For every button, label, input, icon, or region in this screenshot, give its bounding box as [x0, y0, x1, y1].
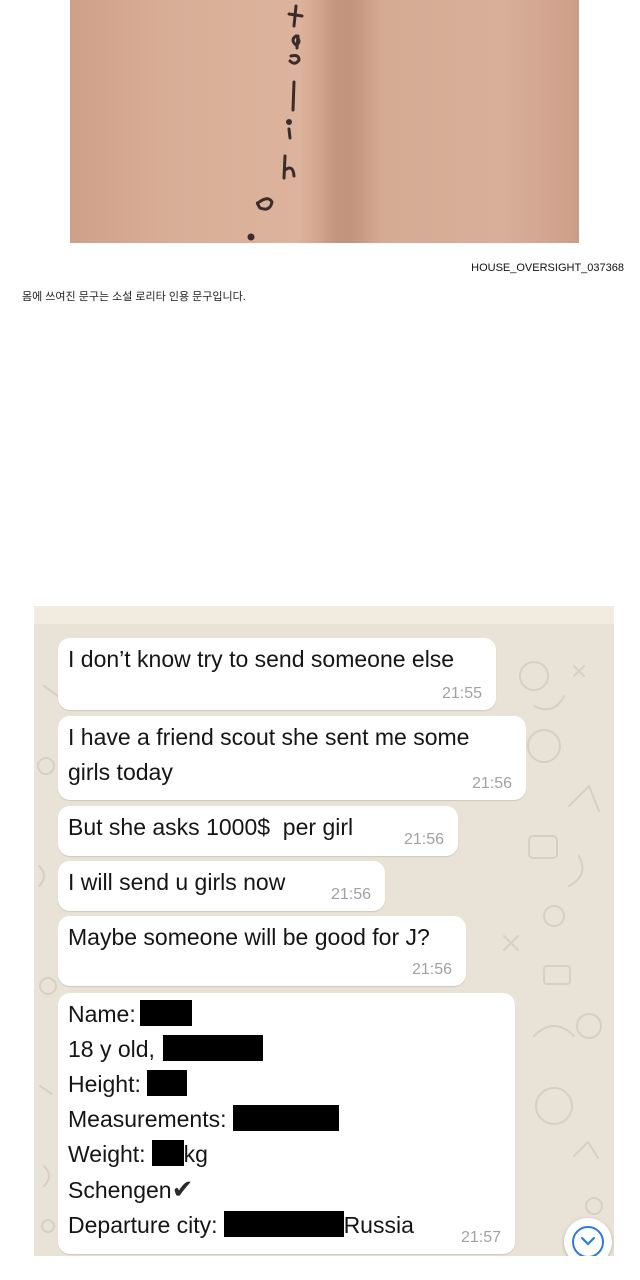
departure-country: Russia: [343, 1212, 414, 1238]
chat-screenshot: I don’t know try to send someone else 21…: [34, 606, 614, 1256]
redaction-block: [232, 1105, 339, 1131]
message-time: 21:56: [471, 775, 512, 792]
name-line: Name:: [68, 997, 503, 1032]
chevron-down-icon: [572, 1226, 604, 1256]
document-id: HOUSE_OVERSIGHT_037368: [471, 262, 624, 274]
departure-label: Departure city:: [68, 1212, 218, 1238]
photo-caption: 몸에 쓰여진 문구는 소설 로리타 인용 문구입니다.: [22, 291, 246, 303]
tattoo-lettering: [247, 4, 304, 241]
age-label: 18 y old,: [68, 1036, 155, 1062]
departure-line: Departure city: Russia: [68, 1208, 503, 1243]
message-time: 21:56: [330, 886, 371, 903]
height-line: Height:: [68, 1067, 503, 1102]
schengen-label: Schengen: [68, 1177, 172, 1203]
profile-message-bubble[interactable]: Name: 18 y old, Height: Measurements: We…: [58, 993, 515, 1254]
message-text: But she asks 1000$ per girl: [68, 814, 354, 840]
weight-unit: kg: [183, 1141, 208, 1167]
redaction-block: [162, 1035, 263, 1061]
message-text-line: girls today: [68, 759, 173, 785]
chat-top-edge: [34, 606, 614, 624]
measurements-label: Measurements:: [68, 1106, 227, 1132]
message-bubble[interactable]: But she asks 1000$ per girl 21:56: [58, 806, 458, 856]
age-line: 18 y old,: [68, 1032, 503, 1067]
weight-label: Weight:: [68, 1141, 146, 1167]
redaction-block: [223, 1211, 344, 1237]
height-label: Height:: [68, 1071, 141, 1097]
name-label: Name:: [68, 1001, 136, 1027]
redaction-block: [151, 1140, 184, 1166]
weight-line: Weight: kg: [68, 1137, 503, 1172]
message-bubble[interactable]: I have a friend scout she sent me some g…: [58, 716, 526, 800]
schengen-line: Schengen✔: [68, 1172, 503, 1208]
redaction-block: [146, 1070, 187, 1096]
message-time: 21:56: [411, 961, 452, 978]
redaction-block: [139, 1000, 192, 1026]
message-text: I will send u girls now: [68, 869, 286, 895]
message-text-line: I have a friend scout she sent me some: [68, 724, 470, 750]
message-bubble[interactable]: I don’t know try to send someone else 21…: [58, 638, 496, 710]
message-time: 21:55: [441, 685, 482, 702]
checkmark-icon: ✔: [171, 1174, 194, 1204]
message-time: 21:56: [403, 831, 444, 848]
measurements-line: Measurements:: [68, 1102, 503, 1137]
message-bubble[interactable]: I will send u girls now 21:56: [58, 861, 385, 911]
message-bubble[interactable]: Maybe someone will be good for J? 21:56: [58, 916, 466, 986]
message-time: 21:57: [460, 1229, 501, 1246]
message-text: Maybe someone will be good for J?: [68, 924, 430, 950]
tattoo-photo: [70, 0, 579, 243]
message-text: I don’t know try to send someone else: [68, 646, 455, 672]
